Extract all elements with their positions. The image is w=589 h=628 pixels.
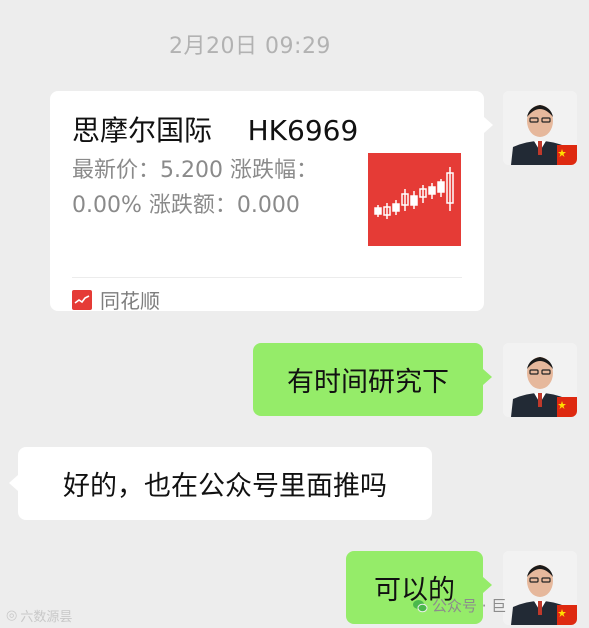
tonghuashun-icon [72, 289, 92, 310]
watermark-logo-icon: ◎ [6, 608, 18, 623]
message-text: 好的，也在公众号里面推吗 [63, 471, 387, 502]
avatar[interactable] [503, 343, 577, 417]
watermark-right: 公众号 · 巨 [412, 595, 506, 616]
stock-share-card[interactable]: 思摩尔国际 HK6969 最新价：5.200 涨跌幅：0.00% 涨跌额：0.0… [50, 91, 484, 314]
card-source-name: 同花顺 [100, 289, 160, 313]
message-bubble-incoming[interactable]: 好的，也在公众号里面推吗 [18, 447, 432, 520]
bubble-tail [483, 577, 492, 593]
message-text: 有时间研究下 [287, 367, 449, 398]
bubble-tail [483, 369, 492, 385]
avatar[interactable] [503, 551, 577, 625]
watermark-left-text: 六数源昙 [20, 610, 73, 625]
avatar[interactable] [503, 91, 577, 165]
wechat-icon [413, 599, 428, 612]
candlestick-thumbnail [368, 153, 461, 246]
card-tail [484, 117, 493, 133]
card-description: 最新价：5.200 涨跌幅：0.00% 涨跌额：0.000 [72, 158, 318, 218]
card-source: 同花顺 [72, 285, 160, 314]
message-bubble-outgoing[interactable]: 有时间研究下 [253, 343, 483, 416]
bubble-tail [9, 475, 18, 491]
watermark-left: ◎ 六数源昙 [6, 606, 72, 625]
watermark-right-text: 公众号 · 巨 [432, 597, 507, 615]
chat-timestamp: 2月20日 09:29 [169, 34, 331, 59]
card-title: 思摩尔国际 HK6969 [72, 114, 359, 147]
card-divider [72, 277, 462, 278]
